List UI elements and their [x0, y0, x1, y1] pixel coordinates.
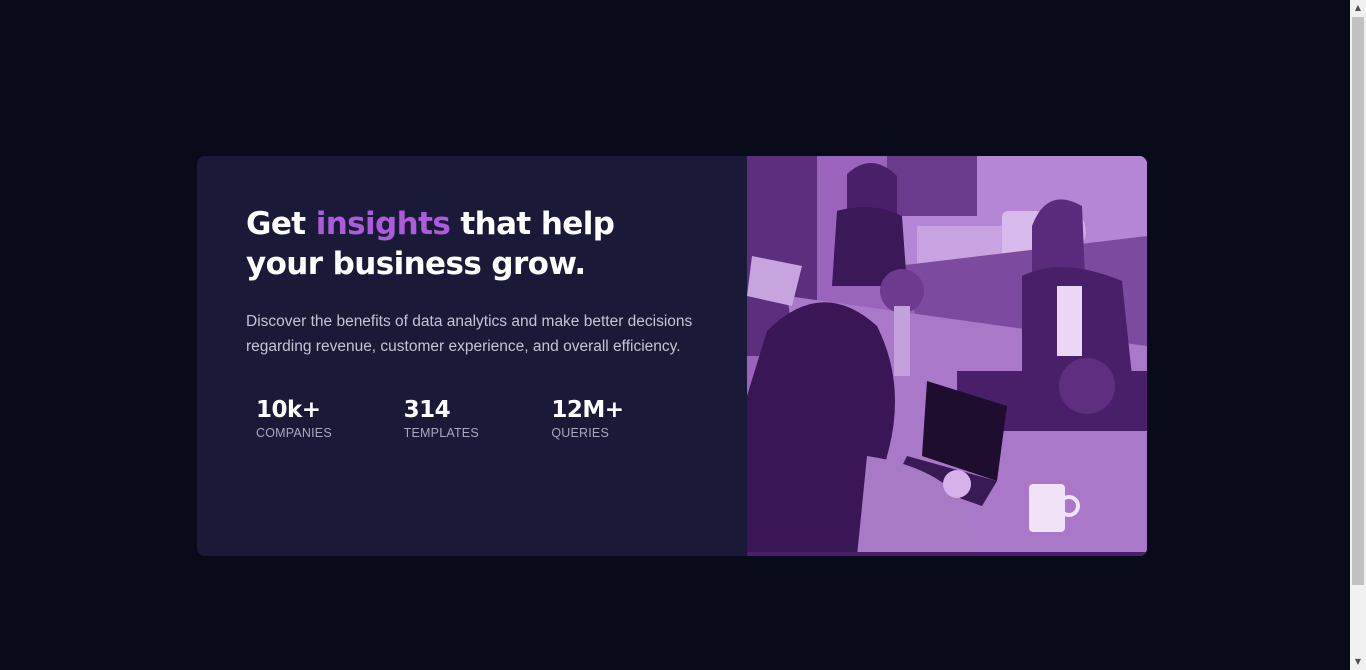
vertical-scrollbar[interactable]: ▲ ▼	[1350, 0, 1366, 670]
person-right-shirt	[1057, 286, 1082, 356]
stat-templates: 314 TEMPLATES	[404, 397, 552, 440]
stat-label: COMPANIES	[256, 426, 332, 440]
team-at-desk-photo	[747, 156, 1147, 556]
stats-preview-card: Get insights that help your business gro…	[197, 156, 1147, 556]
flowers-right	[1059, 358, 1115, 414]
header-image	[747, 156, 1147, 556]
stat-label: TEMPLATES	[403, 426, 479, 440]
stat-value: 314	[403, 397, 451, 423]
description: Discover the benefits of data analytics …	[246, 313, 693, 355]
page-viewport: Get insights that help your business gro…	[0, 0, 1350, 670]
vase	[894, 306, 910, 376]
person-foreground-hand	[943, 470, 971, 498]
headline-accent: insights	[315, 206, 451, 242]
radiator	[887, 156, 977, 216]
photo-bottom-edge	[747, 552, 1147, 556]
headline: Get insights that help your business gro…	[246, 204, 699, 284]
stat-companies: 10k+ COMPANIES	[256, 397, 404, 440]
scroll-down-arrow-icon[interactable]: ▼	[1350, 654, 1366, 670]
headline-part-1: Get	[246, 206, 316, 242]
stat-value: 12M+	[551, 397, 624, 423]
stats-row: 10k+ COMPANIES 314 TEMPLATES 12M+ QUERIE…	[246, 397, 699, 440]
stat-label: QUERIES	[551, 426, 610, 440]
scroll-up-arrow-icon[interactable]: ▲	[1350, 0, 1366, 16]
stat-value: 10k+	[256, 397, 321, 423]
scrollbar-thumb[interactable]	[1352, 17, 1364, 585]
card-content: Get insights that help your business gro…	[197, 156, 747, 556]
stat-queries: 12M+ QUERIES	[551, 397, 699, 440]
